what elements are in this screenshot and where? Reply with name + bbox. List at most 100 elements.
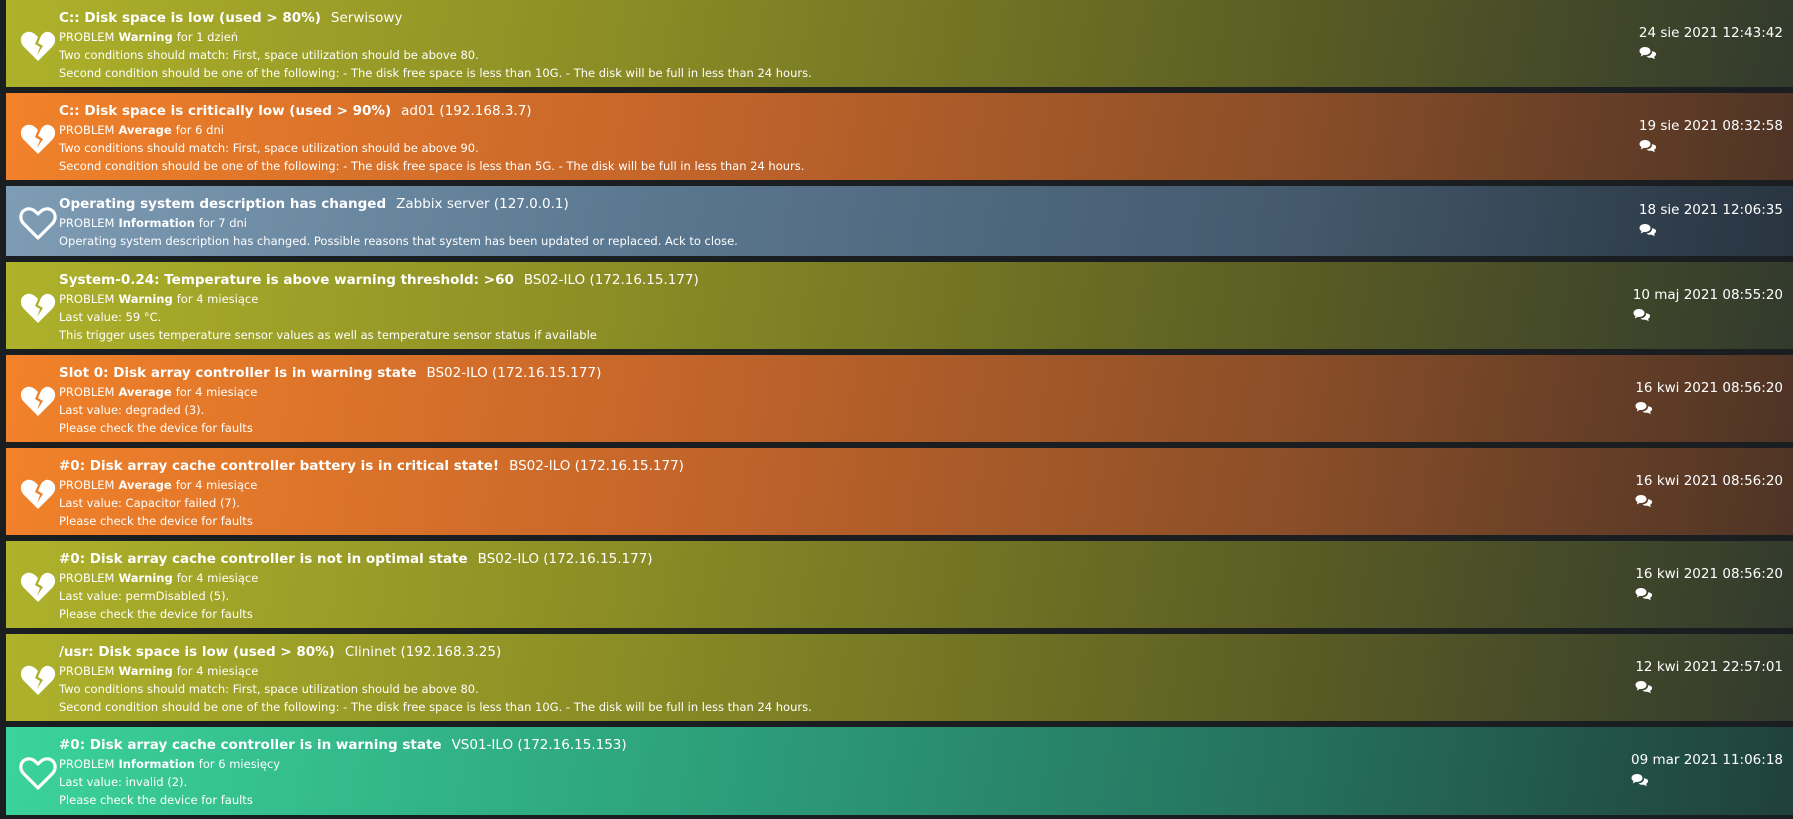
trigger-name[interactable]: #0: Disk array cache controller battery … <box>59 458 499 474</box>
problem-row[interactable]: #0: Disk array cache controller battery … <box>6 448 1793 535</box>
problem-description: Last value: degraded (3). <box>59 403 205 417</box>
comment-icon[interactable] <box>1633 308 1651 322</box>
heart-icon <box>18 203 58 243</box>
status-line: PROBLEM Average for 6 dni <box>59 121 1533 139</box>
problem-details: C:: Disk space is low (used > 80%) Serwis… <box>59 9 1533 82</box>
problem-description: Please check the device for faults <box>59 607 253 621</box>
problem-description: Second condition should be one of the fo… <box>59 66 812 80</box>
problem-status: PROBLEM <box>59 292 115 306</box>
problem-time: 16 kwi 2021 08:56:20 <box>1635 566 1783 582</box>
severity-label: Information <box>118 216 195 230</box>
broken-heart-icon <box>18 474 58 514</box>
problem-meta: 12 kwi 2021 22:57:01 <box>1635 658 1783 694</box>
problem-duration: for 4 miesiące <box>176 571 259 585</box>
problem-row[interactable]: Operating system description has changed… <box>6 186 1793 256</box>
broken-heart-icon <box>18 119 58 159</box>
problem-meta: 24 sie 2021 12:43:42 <box>1639 24 1783 60</box>
problem-duration: for 1 dzień <box>176 30 239 44</box>
problem-details: /usr: Disk space is low (used > 80%) Clin… <box>59 643 1533 716</box>
broken-heart-icon <box>18 567 58 607</box>
host-name[interactable]: VS01-ILO (172.16.15.153) <box>452 737 627 753</box>
problem-row[interactable]: System-0.24: Temperature is above warnin… <box>6 262 1793 349</box>
problem-time: 24 sie 2021 12:43:42 <box>1638 25 1783 41</box>
problem-description: Two conditions should match: First, spac… <box>59 141 479 155</box>
broken-heart-icon <box>18 26 58 66</box>
problem-meta: 16 kwi 2021 08:56:20 <box>1635 472 1783 508</box>
trigger-name[interactable]: Slot 0: Disk array controller is in warn… <box>59 365 416 381</box>
severity-label: Warning <box>118 571 173 585</box>
trigger-name[interactable]: System-0.24: Temperature is above warnin… <box>59 272 514 288</box>
problem-meta: 09 mar 2021 11:06:18 <box>1631 751 1783 787</box>
problem-status: PROBLEM <box>59 216 115 230</box>
comment-icon[interactable] <box>1635 494 1653 508</box>
host-name[interactable]: ad01 (192.168.3.7) <box>401 103 531 119</box>
problem-title-line: C:: Disk space is low (used > 80%) Serwis… <box>59 9 1533 27</box>
problem-duration: for 6 miesięcy <box>198 757 281 771</box>
problem-details: #0: Disk array cache controller is in wa… <box>59 736 1533 809</box>
problem-meta: 16 kwi 2021 08:56:20 <box>1635 565 1783 601</box>
problem-description: Two conditions should match: First, spac… <box>59 682 479 696</box>
problem-description: Please check the device for faults <box>59 514 253 528</box>
status-line: PROBLEM Warning for 4 miesiące <box>59 569 1533 587</box>
severity-label: Average <box>118 385 172 399</box>
broken-heart-icon <box>18 660 58 700</box>
problem-description: Last value: 59 °C. <box>59 310 162 324</box>
problem-row[interactable]: #0: Disk array cache controller is in wa… <box>6 727 1793 815</box>
problem-status: PROBLEM <box>59 30 115 44</box>
problem-details: System-0.24: Temperature is above warnin… <box>59 271 1533 344</box>
problem-duration: for 4 miesiące <box>176 664 259 678</box>
problem-time: 16 kwi 2021 08:56:20 <box>1635 380 1783 396</box>
status-line: PROBLEM Average for 4 miesiące <box>59 476 1533 494</box>
host-name[interactable]: BS02-ILO (172.16.15.177) <box>426 365 601 381</box>
trigger-name[interactable]: C:: Disk space is low (used > 80%) <box>59 10 321 26</box>
host-name[interactable]: BS02-ILO (172.16.15.177) <box>524 272 699 288</box>
problem-description: Second condition should be one of the fo… <box>59 700 812 714</box>
problem-time: 16 kwi 2021 08:56:20 <box>1635 473 1783 489</box>
problem-details: #0: Disk array cache controller is not i… <box>59 550 1533 623</box>
trigger-name[interactable]: #0: Disk array cache controller is in wa… <box>59 737 442 753</box>
status-line: PROBLEM Information for 6 miesięcy <box>59 755 1533 773</box>
problem-duration: for 7 dni <box>198 216 248 230</box>
problem-status: PROBLEM <box>59 385 115 399</box>
problem-description: Please check the device for faults <box>59 421 253 435</box>
severity-label: Warning <box>118 30 173 44</box>
comment-icon[interactable] <box>1639 139 1657 153</box>
problem-status: PROBLEM <box>59 571 115 585</box>
comment-icon[interactable] <box>1635 587 1653 601</box>
problem-row[interactable]: C:: Disk space is low (used > 80%) Serwis… <box>6 0 1793 87</box>
status-line: PROBLEM Warning for 4 miesiące <box>59 662 1533 680</box>
problem-row[interactable]: /usr: Disk space is low (used > 80%) Clin… <box>6 634 1793 721</box>
trigger-name[interactable]: /usr: Disk space is low (used > 80%) <box>59 644 335 660</box>
problem-row[interactable]: Slot 0: Disk array controller is in warn… <box>6 355 1793 442</box>
trigger-name[interactable]: C:: Disk space is critically low (used >… <box>59 103 391 119</box>
problem-description: Second condition should be one of the fo… <box>59 159 805 173</box>
host-name[interactable]: Serwisowy <box>331 10 403 26</box>
severity-label: Average <box>118 478 172 492</box>
severity-label: Information <box>118 757 195 771</box>
trigger-name[interactable]: Operating system description has changed <box>59 196 386 212</box>
broken-heart-icon <box>18 381 58 421</box>
comment-icon[interactable] <box>1635 401 1653 415</box>
problem-meta: 19 sie 2021 08:32:58 <box>1639 117 1783 153</box>
host-name[interactable]: Clininet (192.168.3.25) <box>345 644 501 660</box>
problem-status: PROBLEM <box>59 123 115 137</box>
host-name[interactable]: Zabbix server (127.0.0.1) <box>396 196 569 212</box>
trigger-name[interactable]: #0: Disk array cache controller is not i… <box>59 551 468 567</box>
problem-row[interactable]: #0: Disk array cache controller is not i… <box>6 541 1793 628</box>
problem-description: Please check the device for faults <box>59 793 253 807</box>
severity-label: Warning <box>118 292 173 306</box>
problem-title-line: /usr: Disk space is low (used > 80%) Clin… <box>59 643 1533 661</box>
host-name[interactable]: BS02-ILO (172.16.15.177) <box>478 551 653 567</box>
problem-title-line: Slot 0: Disk array controller is in warn… <box>59 364 1533 382</box>
problem-details: C:: Disk space is critically low (used >… <box>59 102 1533 175</box>
comment-icon[interactable] <box>1639 223 1657 237</box>
problem-row[interactable]: C:: Disk space is critically low (used >… <box>6 93 1793 180</box>
heart-icon <box>18 753 58 793</box>
comment-icon[interactable] <box>1639 46 1657 60</box>
host-name[interactable]: BS02-ILO (172.16.15.177) <box>509 458 684 474</box>
comment-icon[interactable] <box>1635 680 1653 694</box>
comment-icon[interactable] <box>1631 773 1649 787</box>
problem-title-line: #0: Disk array cache controller is not i… <box>59 550 1533 568</box>
problem-time: 10 maj 2021 08:55:20 <box>1632 287 1783 303</box>
problem-duration: for 4 miesiące <box>176 292 259 306</box>
